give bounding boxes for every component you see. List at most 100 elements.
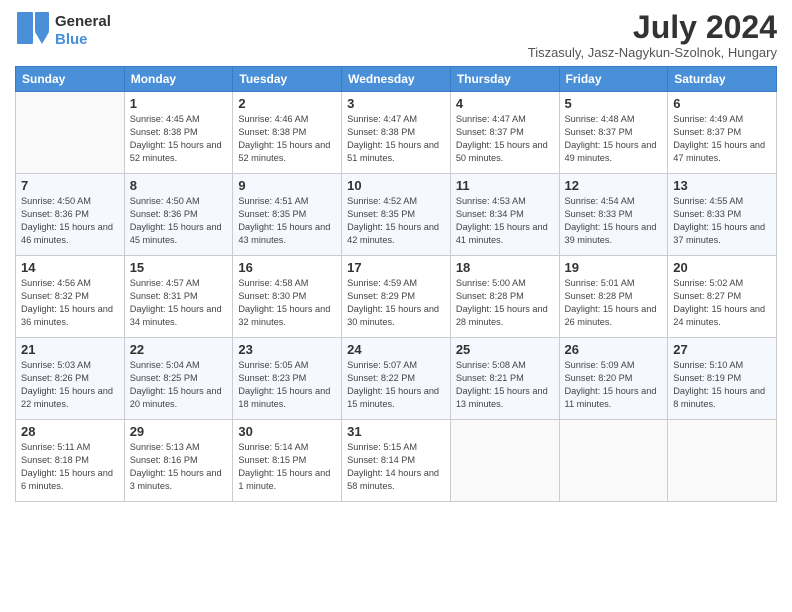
calendar-header-row: SundayMondayTuesdayWednesdayThursdayFrid… [16,67,777,92]
calendar-week-row: 28 Sunrise: 5:11 AMSunset: 8:18 PMDayligh… [16,420,777,502]
day-number: 12 [565,178,663,193]
day-info: Sunrise: 5:11 AMSunset: 8:18 PMDaylight:… [21,441,119,493]
calendar-cell: 14 Sunrise: 4:56 AMSunset: 8:32 PMDayligh… [16,256,125,338]
day-info: Sunrise: 4:57 AMSunset: 8:31 PMDaylight:… [130,277,228,329]
day-info: Sunrise: 4:50 AMSunset: 8:36 PMDaylight:… [130,195,228,247]
day-info: Sunrise: 5:08 AMSunset: 8:21 PMDaylight:… [456,359,554,411]
day-info: Sunrise: 4:47 AMSunset: 8:37 PMDaylight:… [456,113,554,165]
calendar-cell: 12 Sunrise: 4:54 AMSunset: 8:33 PMDayligh… [559,174,668,256]
calendar-cell [668,420,777,502]
day-info: Sunrise: 4:55 AMSunset: 8:33 PMDaylight:… [673,195,771,247]
day-number: 6 [673,96,771,111]
day-number: 18 [456,260,554,275]
day-number: 19 [565,260,663,275]
day-info: Sunrise: 5:10 AMSunset: 8:19 PMDaylight:… [673,359,771,411]
calendar-week-row: 14 Sunrise: 4:56 AMSunset: 8:32 PMDayligh… [16,256,777,338]
day-info: Sunrise: 5:14 AMSunset: 8:15 PMDaylight:… [238,441,336,493]
day-number: 24 [347,342,445,357]
calendar-cell: 20Sunrise: 5:02 AMSunset: 8:27 PMDayligh… [668,256,777,338]
calendar-header-thursday: Thursday [450,67,559,92]
calendar-cell: 31Sunrise: 5:15 AMSunset: 8:14 PMDayligh… [342,420,451,502]
day-info: Sunrise: 5:13 AMSunset: 8:16 PMDaylight:… [130,441,228,493]
day-number: 30 [238,424,336,439]
calendar-cell: 16Sunrise: 4:58 AMSunset: 8:30 PMDayligh… [233,256,342,338]
header: General Blue July 2024 Tiszasuly, Jasz-N… [15,10,777,60]
calendar-cell: 5Sunrise: 4:48 AMSunset: 8:37 PMDaylight… [559,92,668,174]
day-number: 23 [238,342,336,357]
day-info: Sunrise: 4:51 AMSunset: 8:35 PMDaylight:… [238,195,336,247]
day-info: Sunrise: 5:09 AMSunset: 8:20 PMDaylight:… [565,359,663,411]
calendar-week-row: 1 Sunrise: 4:45 AMSunset: 8:38 PMDaylight… [16,92,777,174]
day-info: Sunrise: 4:46 AMSunset: 8:38 PMDaylight:… [238,113,336,165]
calendar-header-wednesday: Wednesday [342,67,451,92]
day-info: Sunrise: 4:54 AMSunset: 8:33 PMDaylight:… [565,195,663,247]
calendar-cell: 27 Sunrise: 5:10 AMSunset: 8:19 PMDayligh… [668,338,777,420]
logo-icon [15,10,51,46]
calendar-week-row: 21Sunrise: 5:03 AMSunset: 8:26 PMDayligh… [16,338,777,420]
day-number: 8 [130,178,228,193]
day-number: 9 [238,178,336,193]
subtitle: Tiszasuly, Jasz-Nagykun-Szolnok, Hungary [528,45,777,60]
day-info: Sunrise: 4:50 AMSunset: 8:36 PMDaylight:… [21,195,119,247]
day-number: 28 [21,424,119,439]
day-number: 27 [673,342,771,357]
day-info: Sunrise: 4:47 AMSunset: 8:38 PMDaylight:… [347,113,445,165]
day-number: 21 [21,342,119,357]
calendar-header-sunday: Sunday [16,67,125,92]
day-info: Sunrise: 4:56 AMSunset: 8:32 PMDaylight:… [21,277,119,329]
calendar-cell: 9 Sunrise: 4:51 AMSunset: 8:35 PMDaylight… [233,174,342,256]
day-number: 26 [565,342,663,357]
calendar-cell: 19 Sunrise: 5:01 AMSunset: 8:28 PMDayligh… [559,256,668,338]
day-number: 2 [238,96,336,111]
logo-blue: Blue [55,31,111,49]
calendar-cell: 29 Sunrise: 5:13 AMSunset: 8:16 PMDayligh… [124,420,233,502]
day-number: 25 [456,342,554,357]
calendar-cell: 23 Sunrise: 5:05 AMSunset: 8:23 PMDayligh… [233,338,342,420]
day-number: 14 [21,260,119,275]
day-info: Sunrise: 5:15 AMSunset: 8:14 PMDaylight:… [347,441,445,493]
calendar-header-saturday: Saturday [668,67,777,92]
calendar-cell: 18 Sunrise: 5:00 AMSunset: 8:28 PMDayligh… [450,256,559,338]
day-info: Sunrise: 5:02 AMSunset: 8:27 PMDaylight:… [673,277,771,329]
calendar-cell: 3Sunrise: 4:47 AMSunset: 8:38 PMDaylight… [342,92,451,174]
calendar-cell: 13Sunrise: 4:55 AMSunset: 8:33 PMDayligh… [668,174,777,256]
calendar-cell: 30 Sunrise: 5:14 AMSunset: 8:15 PMDayligh… [233,420,342,502]
calendar-cell [559,420,668,502]
calendar-cell: 25 Sunrise: 5:08 AMSunset: 8:21 PMDayligh… [450,338,559,420]
day-info: Sunrise: 5:00 AMSunset: 8:28 PMDaylight:… [456,277,554,329]
logo: General Blue [15,10,111,51]
day-info: Sunrise: 5:05 AMSunset: 8:23 PMDaylight:… [238,359,336,411]
day-number: 11 [456,178,554,193]
calendar-header-friday: Friday [559,67,668,92]
calendar-cell: 2 Sunrise: 4:46 AMSunset: 8:38 PMDaylight… [233,92,342,174]
day-number: 17 [347,260,445,275]
calendar-cell: 17Sunrise: 4:59 AMSunset: 8:29 PMDayligh… [342,256,451,338]
calendar-cell: 21Sunrise: 5:03 AMSunset: 8:26 PMDayligh… [16,338,125,420]
day-info: Sunrise: 4:49 AMSunset: 8:37 PMDaylight:… [673,113,771,165]
calendar-cell: 26 Sunrise: 5:09 AMSunset: 8:20 PMDayligh… [559,338,668,420]
day-number: 16 [238,260,336,275]
calendar-cell: 24 Sunrise: 5:07 AMSunset: 8:22 PMDayligh… [342,338,451,420]
day-number: 4 [456,96,554,111]
day-number: 22 [130,342,228,357]
day-number: 5 [565,96,663,111]
day-info: Sunrise: 5:01 AMSunset: 8:28 PMDaylight:… [565,277,663,329]
calendar-table: SundayMondayTuesdayWednesdayThursdayFrid… [15,66,777,502]
calendar-cell [450,420,559,502]
day-info: Sunrise: 5:04 AMSunset: 8:25 PMDaylight:… [130,359,228,411]
calendar-cell: 11 Sunrise: 4:53 AMSunset: 8:34 PMDayligh… [450,174,559,256]
day-info: Sunrise: 4:53 AMSunset: 8:34 PMDaylight:… [456,195,554,247]
day-number: 29 [130,424,228,439]
calendar-header-monday: Monday [124,67,233,92]
day-number: 10 [347,178,445,193]
day-number: 7 [21,178,119,193]
calendar-cell [16,92,125,174]
page: General Blue July 2024 Tiszasuly, Jasz-N… [0,0,792,612]
calendar-cell: 8 Sunrise: 4:50 AMSunset: 8:36 PMDaylight… [124,174,233,256]
day-number: 1 [130,96,228,111]
title-area: July 2024 Tiszasuly, Jasz-Nagykun-Szolno… [528,10,777,60]
day-info: Sunrise: 5:07 AMSunset: 8:22 PMDaylight:… [347,359,445,411]
calendar-cell: 7 Sunrise: 4:50 AMSunset: 8:36 PMDaylight… [16,174,125,256]
calendar-cell: 22 Sunrise: 5:04 AMSunset: 8:25 PMDayligh… [124,338,233,420]
day-info: Sunrise: 4:45 AMSunset: 8:38 PMDaylight:… [130,113,228,165]
